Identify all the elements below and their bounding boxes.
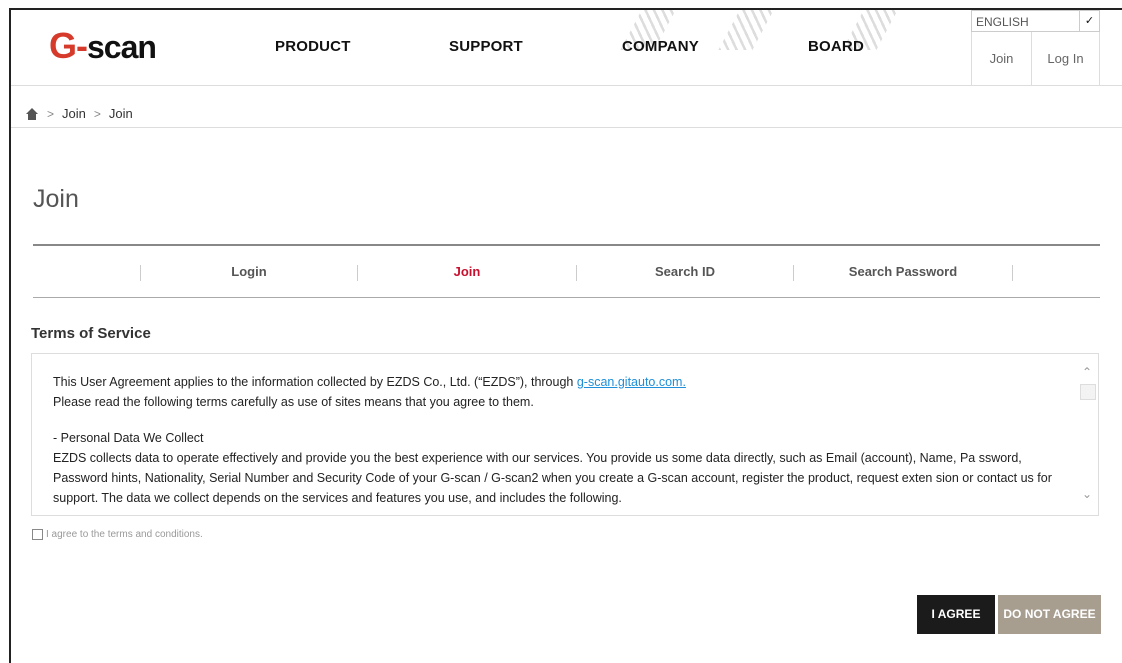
scroll-up-icon[interactable]: ⌃ bbox=[1082, 362, 1092, 382]
nav-support[interactable]: SUPPORT bbox=[449, 38, 523, 55]
terms-intro: This User Agreement applies to the infor… bbox=[53, 372, 1052, 392]
page-title: Join bbox=[33, 185, 79, 213]
disagree-button[interactable]: DO NOT AGREE bbox=[998, 595, 1101, 634]
login-link[interactable]: Log In bbox=[1032, 32, 1100, 86]
tab-join[interactable]: Join bbox=[358, 264, 576, 279]
chevron-down-icon[interactable]: ✓ bbox=[1079, 11, 1099, 31]
terms-textbox[interactable]: This User Agreement applies to the infor… bbox=[31, 353, 1099, 516]
nav-board[interactable]: BOARD bbox=[808, 38, 864, 55]
breadcrumb-item[interactable]: Join bbox=[109, 106, 133, 121]
join-link[interactable]: Join bbox=[971, 32, 1032, 86]
agree-checkbox-label: I agree to the terms and conditions. bbox=[46, 529, 203, 540]
breadcrumb-separator: > bbox=[93, 106, 101, 121]
site-link[interactable]: g-scan.gitauto.com. bbox=[577, 375, 686, 389]
terms-section-title: Terms of Service bbox=[31, 325, 151, 342]
terms-read-notice: Please read the following terms carefull… bbox=[53, 395, 534, 409]
breadcrumb-separator: > bbox=[47, 106, 55, 121]
breadcrumb-item[interactable]: Join bbox=[62, 106, 86, 121]
browser-frame: G-scan PRODUCT SUPPORT COMPANY BOARD ENG… bbox=[9, 8, 1122, 663]
agree-checkbox[interactable] bbox=[32, 529, 43, 540]
logo-text: scan bbox=[87, 29, 157, 65]
terms-body: EZDS collects data to operate effectivel… bbox=[53, 451, 1052, 505]
site-header: G-scan PRODUCT SUPPORT COMPANY BOARD ENG… bbox=[11, 10, 1122, 86]
home-icon[interactable] bbox=[25, 107, 39, 120]
nav-company[interactable]: COMPANY bbox=[622, 38, 699, 55]
tab-login[interactable]: Login bbox=[141, 264, 357, 279]
tab-search-password[interactable]: Search Password bbox=[794, 264, 1012, 279]
agree-button[interactable]: I AGREE bbox=[917, 595, 995, 634]
tab-search-id[interactable]: Search ID bbox=[577, 264, 793, 279]
breadcrumb: > Join > Join bbox=[11, 86, 1122, 128]
terms-intro-text: This User Agreement applies to the infor… bbox=[53, 375, 577, 389]
scrollbar-thumb[interactable] bbox=[1080, 384, 1096, 400]
nav-product[interactable]: PRODUCT bbox=[275, 38, 351, 55]
terms-heading: - Personal Data We Collect bbox=[53, 431, 204, 445]
language-select[interactable]: ENGLISH ✓ bbox=[971, 10, 1100, 32]
agree-checkbox-row[interactable]: I agree to the terms and conditions. bbox=[32, 529, 203, 540]
account-tabs: Login Join Search ID Search Password bbox=[33, 244, 1100, 298]
g-scan-logo[interactable]: G-scan bbox=[49, 25, 157, 67]
logo-accent: G- bbox=[49, 25, 88, 66]
tab-divider bbox=[1012, 265, 1013, 281]
login-label: Log In bbox=[1047, 51, 1084, 66]
scroll-down-icon[interactable]: ⌄ bbox=[1082, 484, 1092, 504]
join-label: Join bbox=[989, 51, 1014, 66]
language-value: ENGLISH bbox=[976, 15, 1029, 29]
